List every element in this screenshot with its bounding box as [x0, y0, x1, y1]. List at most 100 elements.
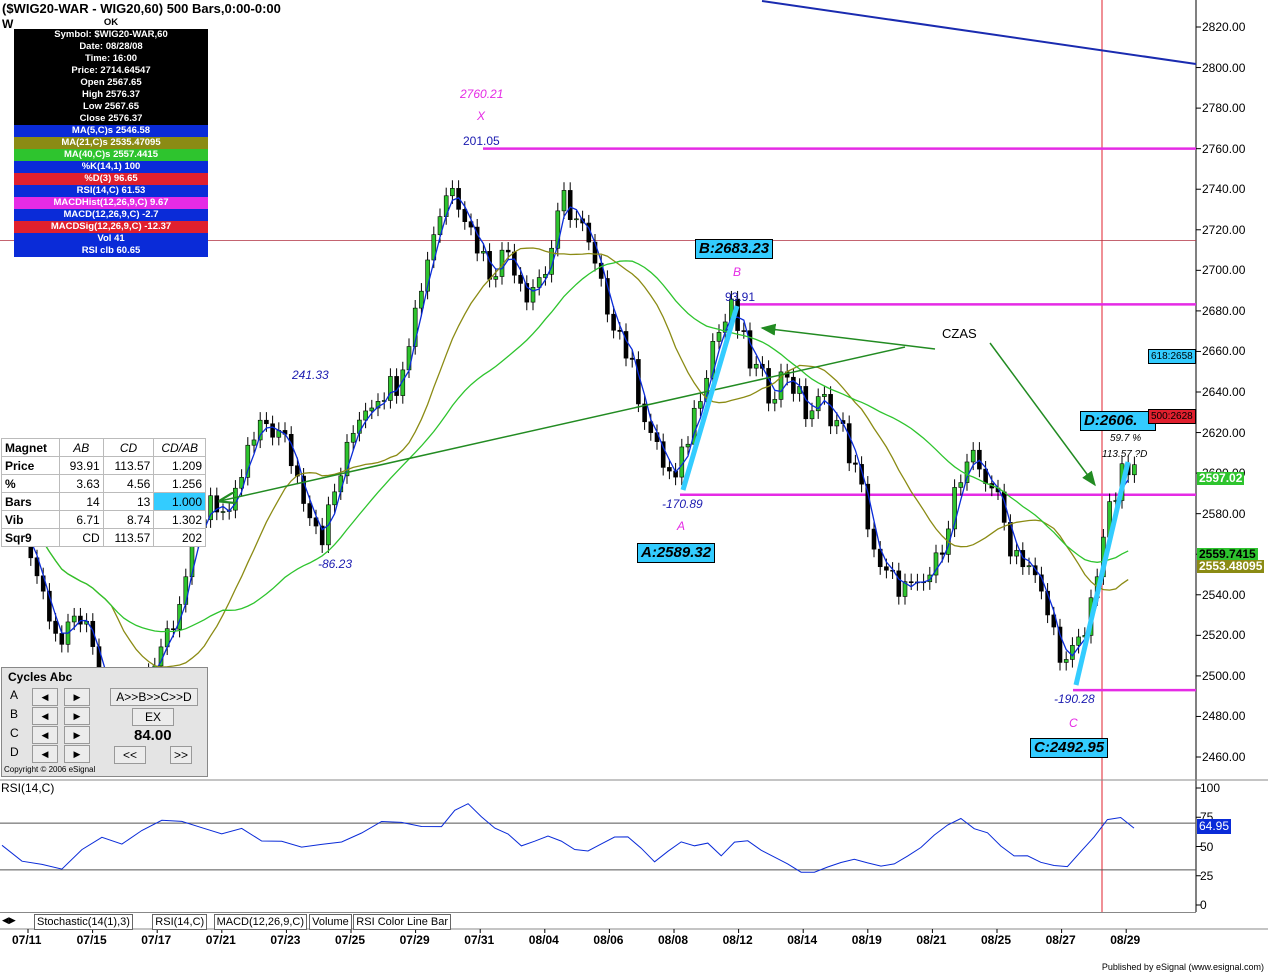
- x-tick-label: 08/19: [851, 933, 882, 947]
- x-tick-label: 08/25: [981, 933, 1012, 947]
- price-tag: 2597.02: [1197, 471, 1245, 486]
- candle-body: [270, 423, 275, 438]
- info-row: Symbol: $WIG20-WAR,60: [14, 29, 208, 41]
- cycle-left-button[interactable]: ◀: [32, 726, 58, 744]
- y-tick-label: 2740.00: [1202, 182, 1246, 197]
- info-row: Close 2576.37: [14, 113, 208, 125]
- footer-credit: Published by eSignal (www.esignal.com): [1101, 962, 1264, 972]
- candle-body: [716, 332, 722, 342]
- nav-back-button[interactable]: <<: [114, 746, 146, 764]
- y-tick-label: 2680.00: [1202, 303, 1246, 318]
- indicator-tab[interactable]: Volume: [309, 914, 352, 930]
- x-tick-label: 07/15: [76, 933, 107, 947]
- cycle-right-button[interactable]: ▶: [64, 707, 90, 725]
- c-letter: C: [1069, 716, 1078, 730]
- info-row: %D(3) 96.65: [14, 173, 208, 185]
- cycle-row-label: D: [10, 745, 19, 759]
- candle-body: [493, 276, 499, 280]
- candle-body: [59, 633, 65, 645]
- indicator-tab[interactable]: Stochastic(14(1),3): [34, 914, 133, 930]
- candle-body: [307, 503, 313, 519]
- info-row: Open 2567.65: [14, 77, 208, 89]
- info-row: Low 2567.65: [14, 101, 208, 113]
- candle-body: [288, 433, 294, 467]
- info-row: High 2576.37: [14, 89, 208, 101]
- x-tick-label: 07/31: [464, 933, 495, 947]
- candle-body: [629, 357, 635, 360]
- y-tick-label: 2520.00: [1202, 628, 1246, 643]
- magnet-cell: CD: [58, 528, 104, 547]
- cycle-right-button[interactable]: ▶: [64, 688, 90, 706]
- candle-body: [834, 420, 840, 427]
- magnet-cell: 113.57: [102, 528, 155, 547]
- rsi-pane: [0, 779, 1268, 906]
- candle-body: [698, 401, 703, 409]
- magnet-cell: 93.91: [58, 456, 104, 475]
- magnet-cell: 4.56: [102, 474, 155, 493]
- candle-body: [846, 423, 852, 464]
- magnet-table: Magnet AB CD CD/AB Price 93.91 113.57 1.209% 3.6…: [1, 438, 206, 547]
- candle-body: [481, 251, 486, 254]
- nav-fwd-button[interactable]: >>: [170, 746, 192, 764]
- x-price-label: 2760.21: [460, 87, 504, 101]
- info-row: %K(14,1) 100: [14, 161, 208, 173]
- candle-body: [939, 552, 945, 555]
- czas-label: CZAS: [942, 326, 977, 341]
- indicator-tab[interactable]: RSI(14,C): [152, 914, 208, 930]
- candle-body: [419, 290, 424, 309]
- candle-body: [871, 528, 877, 550]
- price-tag: 618:2658: [1148, 348, 1196, 364]
- candle-body: [1014, 550, 1019, 557]
- y-tick-label: 2780.00: [1202, 101, 1246, 116]
- cycle-row-label: C: [10, 726, 19, 740]
- candle-body: [505, 249, 511, 253]
- magnet-cell: 8.74: [102, 510, 155, 529]
- candle-body: [803, 386, 809, 420]
- candle-body: [1076, 636, 1081, 646]
- magnet-cell: %: [1, 474, 60, 493]
- magnet-cell: 13: [102, 492, 155, 511]
- candle-body: [853, 462, 858, 465]
- candle-body: [642, 403, 647, 423]
- rsi-tick-label: 100: [1200, 781, 1221, 795]
- candle-body: [617, 329, 623, 332]
- x-tick-label: 08/04: [528, 933, 559, 947]
- cycle-left-button[interactable]: ◀: [32, 688, 58, 706]
- x-tick-label: 07/17: [141, 933, 172, 947]
- candle-body: [388, 376, 393, 401]
- x-tick-label: 08/29: [1110, 933, 1141, 947]
- info-row: MACD(12,26,9,C) -2.7: [14, 209, 208, 221]
- tab-scroll-arrows[interactable]: ◀▶: [2, 915, 28, 927]
- magnet-header: CD: [102, 438, 155, 457]
- cycle-row-label: A: [10, 688, 19, 702]
- y-tick-label: 2620.00: [1202, 425, 1246, 440]
- candle-body: [251, 439, 257, 446]
- magnet-cell: 14: [58, 492, 104, 511]
- candle-body: [71, 615, 77, 623]
- cycle-right-button[interactable]: ▶: [64, 745, 90, 763]
- candle-body: [171, 628, 176, 631]
- swing-label-241: 241.33: [292, 368, 329, 382]
- indicator-tab[interactable]: RSI Color Line Bar: [353, 914, 452, 930]
- d-price-box: D:2606.: [1080, 411, 1156, 431]
- indicator-tab[interactable]: MACD(12,26,9,C): [213, 914, 308, 930]
- candle-body: [772, 399, 778, 404]
- info-row: MACDSig(12,26,9,C) -12.37: [14, 221, 208, 233]
- rsi-value-tag: 64.95: [1197, 819, 1232, 834]
- x-tick-label: 07/11: [12, 933, 42, 947]
- c-price-box: C:2492.95: [1030, 738, 1109, 758]
- rsi-tick-label: 50: [1200, 839, 1214, 854]
- cycle-left-button[interactable]: ◀: [32, 745, 58, 763]
- y-tick-label: 2460.00: [1202, 750, 1246, 764]
- cycle-right-button[interactable]: ▶: [64, 726, 90, 744]
- cycle-left-button[interactable]: ◀: [32, 707, 58, 725]
- candle-body: [264, 419, 269, 425]
- ex-button[interactable]: EX: [132, 708, 174, 726]
- chart-title: ($WIG20-WAR - WIG20,60) 500 Bars,0:00-0:…: [2, 1, 281, 16]
- rsi-tick-label: 0: [1200, 898, 1207, 912]
- abcd-button[interactable]: A>>B>>C>>D: [110, 688, 198, 706]
- candle-body: [958, 482, 964, 488]
- magnet-cell: 6.71: [58, 510, 104, 529]
- magnet-header: Magnet: [1, 438, 60, 457]
- candle-body: [332, 491, 337, 506]
